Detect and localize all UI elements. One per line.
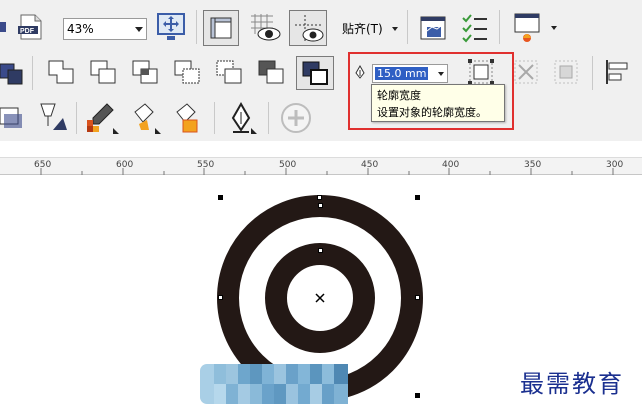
- node-handle[interactable]: [318, 248, 323, 253]
- watermark-text: 最需教育: [520, 370, 624, 398]
- selection-handle[interactable]: [317, 195, 322, 200]
- selection-handle[interactable]: [415, 295, 420, 300]
- selection-handle[interactable]: [218, 295, 223, 300]
- selection-handle[interactable]: [218, 195, 223, 200]
- redacted-area: [200, 364, 350, 404]
- center-marker-icon: [315, 293, 325, 303]
- node-handle[interactable]: [318, 203, 323, 208]
- selection-handle[interactable]: [415, 393, 420, 398]
- selection-handle[interactable]: [415, 195, 420, 200]
